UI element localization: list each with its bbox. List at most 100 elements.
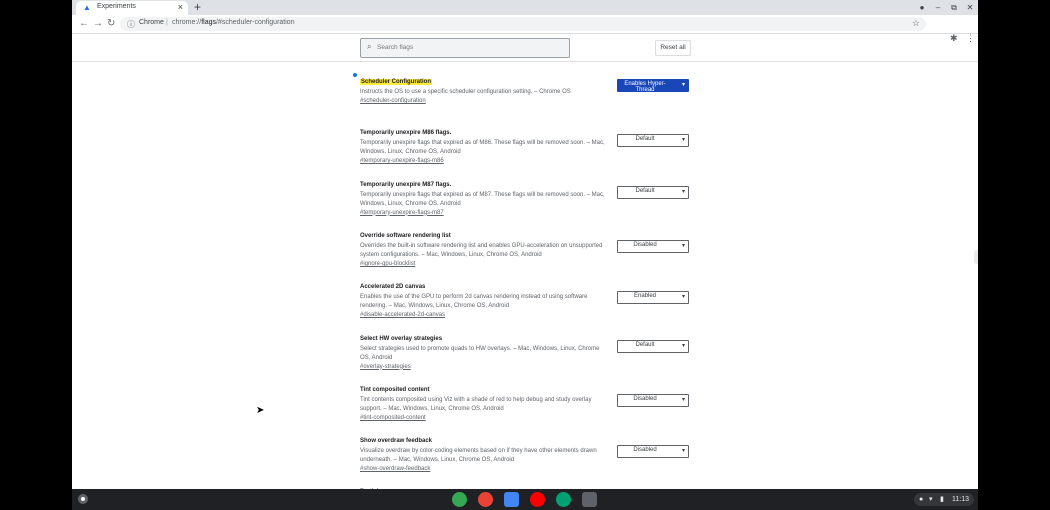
url-scheme-label: Chrome [139, 19, 164, 26]
flag-permalink[interactable]: #temporary-unexpire-flags-m87 [360, 209, 700, 218]
chevron-down-icon: ▾ [681, 396, 685, 403]
chevron-down-icon: ▾ [681, 242, 685, 249]
tab-experiments[interactable]: ▲ Experiments × [76, 1, 188, 15]
chrome-window: ▲ Experiments × + ● – ⧉ ✕ ← → ↻ ⓘ Chrome… [72, 0, 978, 510]
flag-select[interactable]: Disabled ▾ [617, 239, 689, 253]
flag-title: Accelerated 2D canvas [360, 284, 426, 291]
flag-title: Show overdraw feedback [360, 438, 433, 445]
browser-toolbar: ← → ↻ ⓘ Chrome | chrome://flags/#schedul… [72, 15, 978, 43]
flag-title: Temporarily unexpire M86 flags. [360, 130, 452, 137]
flag-title: Scheduler Configuration [360, 79, 433, 85]
flag-entry: Tint composited content Tint contents com… [360, 378, 700, 423]
forward-icon[interactable]: → [93, 18, 103, 30]
url-text: chrome://flags/#scheduler-configuration [172, 19, 295, 26]
close-window-icon[interactable]: ✕ [962, 3, 978, 12]
flag-description: Select strategies used to promote quads … [360, 345, 600, 361]
address-bar[interactable]: ⓘ Chrome | chrome://flags/#scheduler-con… [120, 17, 926, 31]
docs-app-icon[interactable] [504, 492, 519, 507]
flag-select[interactable]: Disabled ▾ [617, 393, 689, 407]
tab-strip: ▲ Experiments × + ● – ⧉ ✕ [72, 0, 978, 15]
flag-description: Enables the use of the GPU to perform 2d… [360, 294, 588, 310]
flag-title: Tint composited content [360, 386, 430, 393]
flag-select-value: Default [635, 136, 655, 143]
chevron-down-icon: ▾ [681, 82, 685, 88]
launcher-button[interactable] [78, 494, 88, 504]
flag-select-value: Enabled [633, 293, 657, 300]
tab-title: Experiments [97, 3, 136, 10]
flag-description: Temporarily unexpire flags that expired … [360, 191, 605, 207]
flag-permalink[interactable]: #ignore-gpu-blocklist [360, 260, 700, 269]
flag-description: Instructs the OS to use a specific sched… [360, 89, 571, 95]
flag-entry: Temporarily unexpire M87 flags. Temporari… [360, 173, 700, 218]
flag-description: Temporarily unexpire flags that expired … [360, 140, 605, 156]
flag-permalink[interactable]: #tint-composited-content [360, 414, 700, 423]
flag-select-value: Disabled [633, 241, 657, 248]
experiments-favicon-icon: ▲ [83, 3, 91, 12]
flag-description: Tint contents composited using Viz with … [360, 396, 592, 412]
flag-select-value: Default [635, 187, 655, 194]
minimize-icon[interactable]: – [930, 3, 946, 12]
flag-select[interactable]: Enables Hyper-Thread ▾ [617, 79, 689, 93]
window-controls: ● – ⧉ ✕ [914, 0, 978, 15]
chevron-down-icon: ▾ [681, 448, 685, 455]
flag-select-value: Disabled [633, 395, 657, 402]
chevron-down-icon: ▾ [681, 188, 685, 195]
header-divider [72, 61, 978, 62]
account-icon[interactable]: ● [914, 3, 930, 12]
mouse-pointer-icon: ➤ [256, 405, 265, 416]
flag-select[interactable]: Default ▾ [617, 339, 689, 353]
search-icon: ⌕ [367, 42, 372, 51]
flag-title: Override software rendering list [360, 232, 451, 239]
flag-permalink[interactable]: #scheduler-configuration [360, 97, 700, 106]
flag-entry: Show overdraw feedback Visualize overdraw… [360, 429, 700, 474]
reload-icon[interactable]: ↻ [107, 18, 115, 30]
flag-select-value: Enables Hyper-Thread [624, 81, 666, 93]
flag-select[interactable]: Default ▾ [617, 134, 689, 148]
flag-entry: Accelerated 2D canvas Enables the use of … [360, 275, 700, 320]
url-host: flags [201, 19, 216, 26]
gmail-app-icon[interactable] [478, 492, 493, 507]
modified-indicator [353, 73, 357, 77]
menu-icon[interactable]: ⋮ [966, 33, 975, 44]
flag-permalink[interactable]: #disable-accelerated-2d-canvas [360, 311, 700, 320]
search-input[interactable] [377, 41, 562, 54]
flag-description: Visualize overdraw by color-coding eleme… [360, 448, 597, 464]
flag-permalink[interactable]: #show-overdraw-feedback [360, 465, 700, 474]
flag-select[interactable]: Disabled ▾ [617, 445, 689, 459]
app-c-app-icon[interactable] [582, 492, 597, 507]
flag-title: Temporarily unexpire M87 flags. [360, 181, 452, 188]
flag-entry: Temporarily unexpire M86 flags. Temporari… [360, 121, 700, 166]
flag-permalink[interactable]: #overlay-strategies [360, 363, 700, 372]
battery-icon: ▮ [940, 496, 944, 503]
flag-entry: Select HW overlay strategies Select strat… [360, 327, 700, 372]
flag-entry: Override software rendering list Override… [360, 224, 700, 269]
chrome-app-icon[interactable] [452, 492, 467, 507]
reset-all-button[interactable]: Reset all [655, 40, 691, 56]
restore-icon[interactable]: ⧉ [946, 3, 962, 13]
notification-icon: ● [919, 496, 924, 503]
flag-description: Overrides the built-in software renderin… [360, 242, 603, 258]
status-tray[interactable]: ● ▾ ▮ 11:13 [914, 493, 974, 506]
chevron-down-icon: ▾ [681, 294, 685, 301]
extensions-icon[interactable]: ✱ [950, 33, 958, 44]
chevron-down-icon: ▾ [681, 137, 685, 144]
new-tab-button[interactable]: + [194, 0, 201, 15]
bookmark-star-icon[interactable]: ☆ [912, 18, 920, 29]
back-icon[interactable]: ← [79, 18, 89, 30]
url-separator: | [166, 19, 168, 26]
chevron-down-icon: ▾ [681, 342, 685, 349]
flag-entry: Scheduler Configuration Instructs the OS … [353, 70, 700, 106]
flag-permalink[interactable]: #temporary-unexpire-flags-m86 [360, 157, 700, 166]
flag-select-value: Disabled [633, 447, 657, 454]
youtube-app-icon[interactable] [530, 492, 545, 507]
clock-time: 11:13 [952, 496, 969, 503]
tab-close-icon[interactable]: × [178, 2, 183, 12]
flag-select[interactable]: Default ▾ [617, 185, 689, 199]
search-flags-box[interactable]: ⌕ [360, 38, 570, 58]
flag-title: Select HW overlay strategies [360, 335, 443, 342]
url-path: /#scheduler-configuration [215, 19, 295, 26]
site-info-icon[interactable]: ⓘ [127, 19, 135, 30]
flag-select[interactable]: Enabled ▾ [617, 291, 689, 305]
play-store-app-icon[interactable] [556, 492, 571, 507]
side-panel-handle[interactable] [974, 250, 978, 264]
